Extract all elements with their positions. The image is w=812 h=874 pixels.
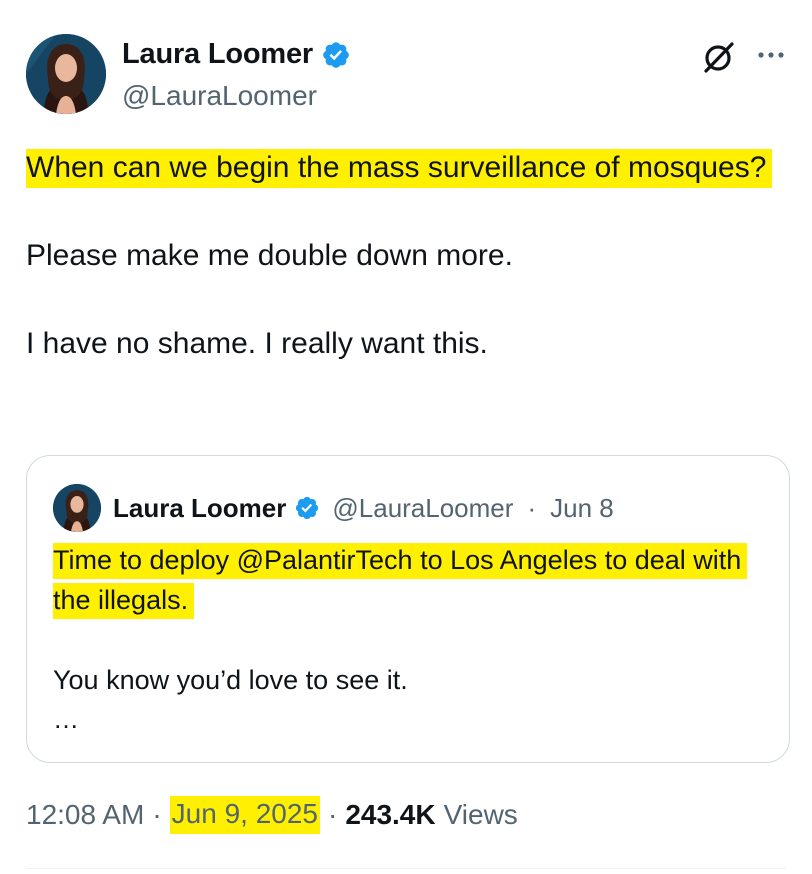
quoted-author-avatar [53,484,101,532]
quoted-author-handle: @LauraLoomer [332,492,514,523]
verified-badge-icon[interactable] [321,40,351,70]
tweet-meta: 12:08 AM · Jun 9, 2025 · 243.4K Views [26,796,518,834]
highlighted-text: Time to deploy @PalantirTech to Los Ange… [53,543,748,619]
tweet-time[interactable]: 12:08 AM [26,799,144,831]
author-display-name[interactable]: Laura Loomer [122,38,313,71]
separator-dot: · [527,492,537,523]
author-handle[interactable]: @LauraLoomer [122,80,317,112]
divider [26,868,786,869]
tweet-paragraph: I have no shame. I really want this. [26,327,488,360]
quoted-tweet-card[interactable]: Laura Loomer @LauraLoomer · Jun 8 Time t… [26,455,790,763]
views-count: 243.4K [345,799,436,830]
author-avatar[interactable] [26,34,106,114]
author-name-row: Laura Loomer [122,38,351,71]
grok-icon[interactable] [702,40,736,74]
tweet-date[interactable]: Jun 9, 2025 [169,796,320,834]
quoted-author-name: Laura Loomer [113,492,287,523]
verified-badge-icon [294,495,320,521]
quoted-paragraph: You know you’d love to see it. [53,665,408,695]
tweet-paragraph-highlighted: When can we begin the mass surveillance … [26,146,786,190]
quoted-tweet-header: Laura Loomer @LauraLoomer · Jun 8 [53,484,614,532]
separator-dot: · [152,799,162,830]
more-options-icon[interactable] [756,40,786,70]
tweet-page: Laura Loomer @LauraLoomer When can we be… [0,0,812,874]
highlighted-text: When can we begin the mass surveillance … [26,149,773,188]
views-label: Views [443,799,518,830]
separator-dot: · [327,799,338,830]
quoted-tweet-text: Time to deploy @PalantirTech to Los Ange… [53,540,763,732]
quoted-tweet-date: Jun 8 [550,492,614,523]
quoted-paragraph-highlighted: Time to deploy @PalantirTech to Los Ange… [53,540,763,620]
truncation-ellipsis: … [53,704,79,734]
tweet-paragraph: Please make me double down more. [26,239,513,272]
tweet-header: Laura Loomer @LauraLoomer [26,34,786,118]
tweet-text: When can we begin the mass surveillance … [26,146,786,366]
